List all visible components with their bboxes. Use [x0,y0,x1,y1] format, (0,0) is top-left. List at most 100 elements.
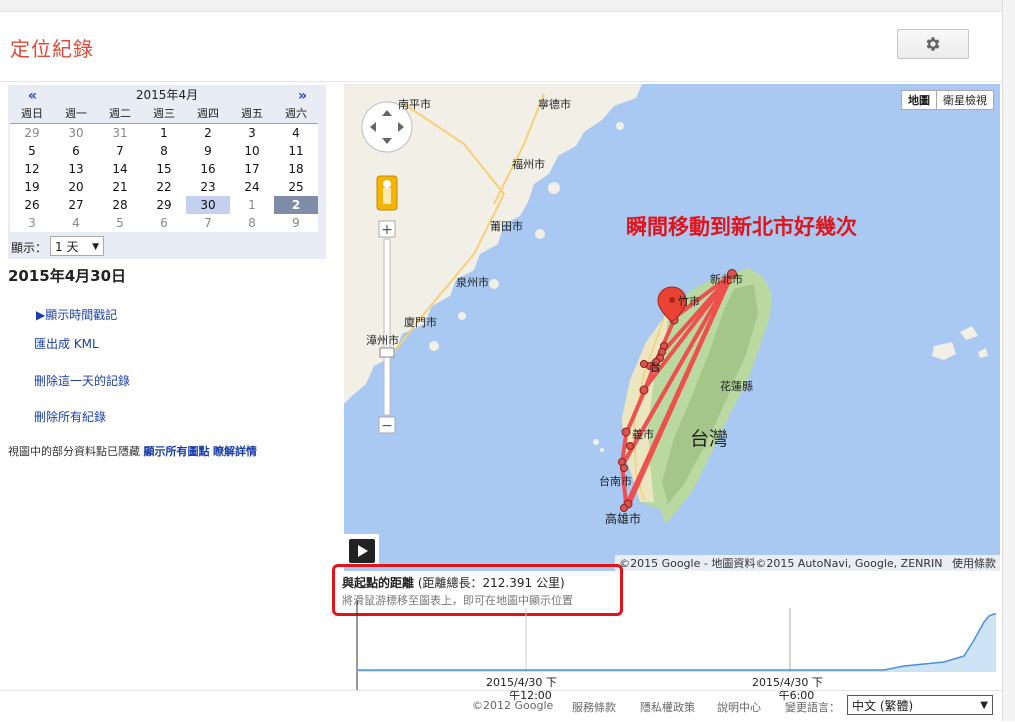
language-value: 中文 (繁體) [852,699,914,713]
header-divider [0,81,1002,82]
app-title: 定位紀錄 [10,37,94,61]
calendar-day[interactable]: 18 [274,160,318,178]
calendar-day[interactable]: 27 [54,196,98,214]
calendar-day[interactable]: 29 [10,123,54,142]
calendar-day[interactable]: 8 [230,214,274,232]
calendar-day[interactable]: 9 [274,214,318,232]
calendar-day[interactable]: 1 [230,196,274,214]
weekday-header: 週二 [98,105,142,124]
calendar-day[interactable]: 12 [10,160,54,178]
learn-more-link[interactable]: 瞭解詳情 [213,445,257,458]
calendar-day[interactable]: 1 [142,123,186,142]
calendar-day[interactable]: 7 [186,214,230,232]
weekday-header: 週六 [274,105,318,124]
calendar-day[interactable]: 20 [54,178,98,196]
play-button[interactable] [344,534,379,567]
calendar-day[interactable]: 14 [98,160,142,178]
distance-chart[interactable] [344,600,1002,690]
calendar-day[interactable]: 21 [98,178,142,196]
map-label: 南平市 [398,98,431,111]
footer-terms-link[interactable]: 服務條款 [572,699,616,715]
calendar-grid: 週日 週一 週二 週三 週四 週五 週六 29 30 31 1 2 3 4 5 6 7 8 9 10 11 12 13 14… [10,105,318,232]
calendar-day[interactable]: 2 [186,123,230,142]
calendar-day[interactable]: 8 [142,142,186,160]
calendar-day[interactable]: 26 [10,196,54,214]
map-label: 花蓮縣 [720,380,753,393]
map-terms-link[interactable]: 使用條款 [952,557,996,570]
map-attribution: ©2015 Google - 地圖資料©2015 AutoNavi, Googl… [615,555,1000,571]
map-label: 義市 [632,428,654,441]
window-scrollbar[interactable] [1002,0,1015,721]
map-type-control: 地圖 衛星檢視 [901,90,994,110]
coastal-island [458,312,466,320]
calendar-day[interactable]: 2 [274,196,318,214]
island [932,342,956,360]
hidden-points-note: 視圖中的部分資料點已隱藏 顯示所有圖點 瞭解詳情 [8,443,257,459]
map-label: 福州市 [512,158,545,171]
show-timestamps-link[interactable]: ▶顯示時間戳記 [36,306,117,323]
calendar-day[interactable]: 15 [142,160,186,178]
chart-tick-date: 2015/4/30 下 [752,676,823,689]
calendar-day[interactable]: 25 [274,178,318,196]
calendar-day[interactable]: 9 [186,142,230,160]
calendar-day[interactable]: 23 [186,178,230,196]
location-point [626,442,634,450]
display-range-label: 顯示： [11,241,48,255]
calendar-month-label: 2015年4月 [135,88,199,102]
calendar-day[interactable]: 4 [274,123,318,142]
calendar-day[interactable]: 11 [274,142,318,160]
footer-privacy-link[interactable]: 隱私權政策 [640,699,695,715]
calendar-day[interactable]: 16 [186,160,230,178]
calendar-day[interactable]: 29 [142,196,186,214]
map-label: 竹市 [678,295,700,308]
calendar-day[interactable]: 24 [230,178,274,196]
calendar-day[interactable]: 10 [230,142,274,160]
delete-day-link[interactable]: 刪除這一天的記錄 [34,372,130,389]
weekday-header: 週四 [186,105,230,124]
map-label: 高雄市 [605,512,642,526]
next-month-button[interactable]: » [298,87,307,105]
language-label: 變更語言： [785,701,840,714]
calendar-day[interactable]: 13 [54,160,98,178]
weekday-header: 週三 [142,105,186,124]
settings-button[interactable] [897,29,969,59]
footer-help-link[interactable]: 說明中心 [717,699,761,715]
calendar-day[interactable]: 3 [10,214,54,232]
calendar-day[interactable]: 19 [10,178,54,196]
penghu-island [600,448,604,452]
map-view[interactable]: + − 南平市 寧德市 福州市 莆田市 泉州市 廈門市 漳州市 新北市 竹市 台… [344,84,1000,571]
weekday-header: 週五 [230,105,274,124]
chevron-down-icon: ▼ [92,242,99,252]
coastal-island [489,279,499,289]
calendar-day[interactable]: 4 [54,214,98,232]
map-type-map-button[interactable]: 地圖 [902,91,937,109]
calendar-day[interactable]: 5 [10,142,54,160]
gear-icon [926,37,940,51]
calendar-day[interactable]: 30 [186,196,230,214]
show-all-points-link[interactable]: 顯示所有圖點 [144,445,210,458]
calendar-day[interactable]: 6 [54,142,98,160]
display-range-select[interactable]: 1 天 ▼ [50,236,104,256]
coastal-island [616,122,624,130]
calendar-day[interactable]: 17 [230,160,274,178]
calendar-day[interactable]: 7 [98,142,142,160]
svg-text:+: + [381,222,393,238]
export-kml-link[interactable]: 匯出成 KML [34,335,99,352]
display-range-value: 1 天 [55,240,79,254]
delete-all-link[interactable]: 刪除所有紀錄 [34,408,106,425]
language-select[interactable]: 中文 (繁體) ▼ [847,695,993,715]
calendar-day[interactable]: 31 [98,123,142,142]
map-label: 台 [650,361,661,374]
calendar-day[interactable]: 3 [230,123,274,142]
calendar-day[interactable]: 22 [142,178,186,196]
top-strip [0,0,1002,12]
calendar-day[interactable]: 28 [98,196,142,214]
map-type-satellite-button[interactable]: 衛星檢視 [937,91,993,109]
map-label: 寧德市 [538,98,571,111]
calendar-day[interactable]: 5 [98,214,142,232]
chevron-down-icon: ▼ [980,700,988,711]
calendar-day[interactable]: 30 [54,123,98,142]
weekday-header: 週一 [54,105,98,124]
calendar-day[interactable]: 6 [142,214,186,232]
svg-text:−: − [381,418,393,434]
